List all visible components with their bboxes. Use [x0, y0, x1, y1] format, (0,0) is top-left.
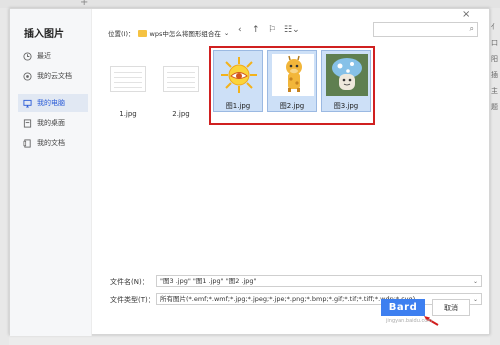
location-bar: 位置(I)： wps中怎么将图形组合在 ⌄ — [108, 26, 229, 40]
sidebar-item-label: 我的云文档 — [37, 72, 72, 80]
view-mode-icon[interactable]: ☷⌄ — [284, 25, 300, 35]
sidebar: 插入图片 最近 我的云文档 我的电脑 我的桌面 我的文档 — [10, 9, 92, 336]
background-ribbon-char: 主 — [491, 87, 498, 95]
background-ribbon-char: 阳 — [491, 55, 498, 63]
close-icon[interactable]: × — [462, 9, 470, 20]
file-item[interactable] — [158, 54, 204, 104]
sidebar-item-label: 我的电脑 — [37, 99, 65, 107]
insert-picture-dialog: 插入图片 最近 我的云文档 我的电脑 我的桌面 我的文档 位置(I)： wps中… — [9, 8, 490, 336]
background-ribbon-char: 题 — [491, 103, 498, 111]
search-input[interactable]: ⌕ — [373, 22, 478, 37]
sidebar-item-my-computer[interactable]: 我的电脑 — [18, 94, 88, 112]
file-name: 图1.jpg — [225, 102, 251, 110]
new-tab-icon[interactable]: + — [80, 0, 88, 8]
file-item[interactable] — [105, 54, 151, 104]
mushroom-toy-picture-thumbnail — [326, 54, 368, 96]
location-path[interactable]: wps中怎么将图形组合在 — [150, 28, 221, 38]
dialog-title: 插入图片 — [24, 29, 64, 40]
file-item-selected[interactable]: 图2.jpg — [267, 50, 317, 112]
sidebar-item-my-desktop[interactable]: 我的桌面 — [18, 114, 88, 132]
open-button[interactable]: Bard — [381, 299, 425, 316]
background-ribbon-char: 插 — [491, 71, 498, 79]
file-name: 1.jpg — [119, 110, 137, 118]
sun-picture-thumbnail — [218, 54, 260, 96]
document-thumbnail — [163, 66, 199, 92]
desktop-icon — [22, 118, 32, 128]
file-name: 2.jpg — [172, 110, 190, 118]
sidebar-item-label: 最近 — [37, 52, 51, 60]
sidebar-item-cloud-docs[interactable]: 我的云文档 — [18, 67, 88, 85]
cancel-button[interactable]: 取消 — [432, 299, 470, 316]
document-thumbnail — [110, 66, 146, 92]
background-ribbon-char: 口 — [491, 39, 498, 47]
sidebar-item-label: 我的文档 — [37, 139, 65, 147]
clock-icon — [22, 51, 32, 61]
filetype-label: 文件类型(T)： — [110, 296, 155, 304]
file-item-selected[interactable]: 图3.jpg — [321, 50, 371, 112]
background-tab-strip — [0, 0, 500, 8]
up-arrow-icon[interactable]: ↑ — [252, 25, 260, 35]
sidebar-item-my-documents[interactable]: 我的文档 — [18, 134, 88, 152]
chevron-down-icon[interactable]: ⌄ — [473, 294, 478, 305]
background-left-edge — [0, 8, 9, 345]
computer-icon — [22, 98, 32, 108]
new-folder-icon[interactable]: ⚐ — [268, 25, 276, 35]
chevron-down-icon[interactable]: ⌄ — [473, 276, 478, 287]
background-right-panel: 亻 口 阳 插 主 题 — [490, 8, 500, 345]
giraffe-picture-thumbnail — [272, 54, 314, 96]
filetype-value: 所有图片(*.emf;*.wmf;*.jpg;*.jpeg;*.jpe;*.pn… — [160, 295, 416, 303]
back-icon[interactable]: ‹ — [238, 25, 242, 35]
cloud-icon — [22, 71, 32, 81]
chevron-down-icon[interactable]: ⌄ — [224, 29, 229, 37]
background-ribbon-char: 亻 — [491, 23, 498, 31]
filename-label: 文件名(N)： — [110, 278, 149, 286]
file-name: 图3.jpg — [333, 102, 359, 110]
file-name: 图2.jpg — [279, 102, 305, 110]
sidebar-item-recent[interactable]: 最近 — [18, 47, 88, 65]
file-item-selected[interactable]: 图1.jpg — [213, 50, 263, 112]
folder-icon — [137, 29, 147, 37]
sidebar-item-label: 我的桌面 — [37, 119, 65, 127]
document-icon — [22, 138, 32, 148]
location-label: 位置(I)： — [108, 30, 135, 38]
watermark: jingyan.baidu.com — [386, 318, 433, 324]
filename-value: "图3 .jpg" "图1 .jpg" "图2 .jpg" — [160, 277, 257, 285]
filename-input[interactable]: "图3 .jpg" "图1 .jpg" "图2 .jpg" ⌄ — [156, 275, 482, 287]
search-icon: ⌕ — [469, 24, 474, 33]
